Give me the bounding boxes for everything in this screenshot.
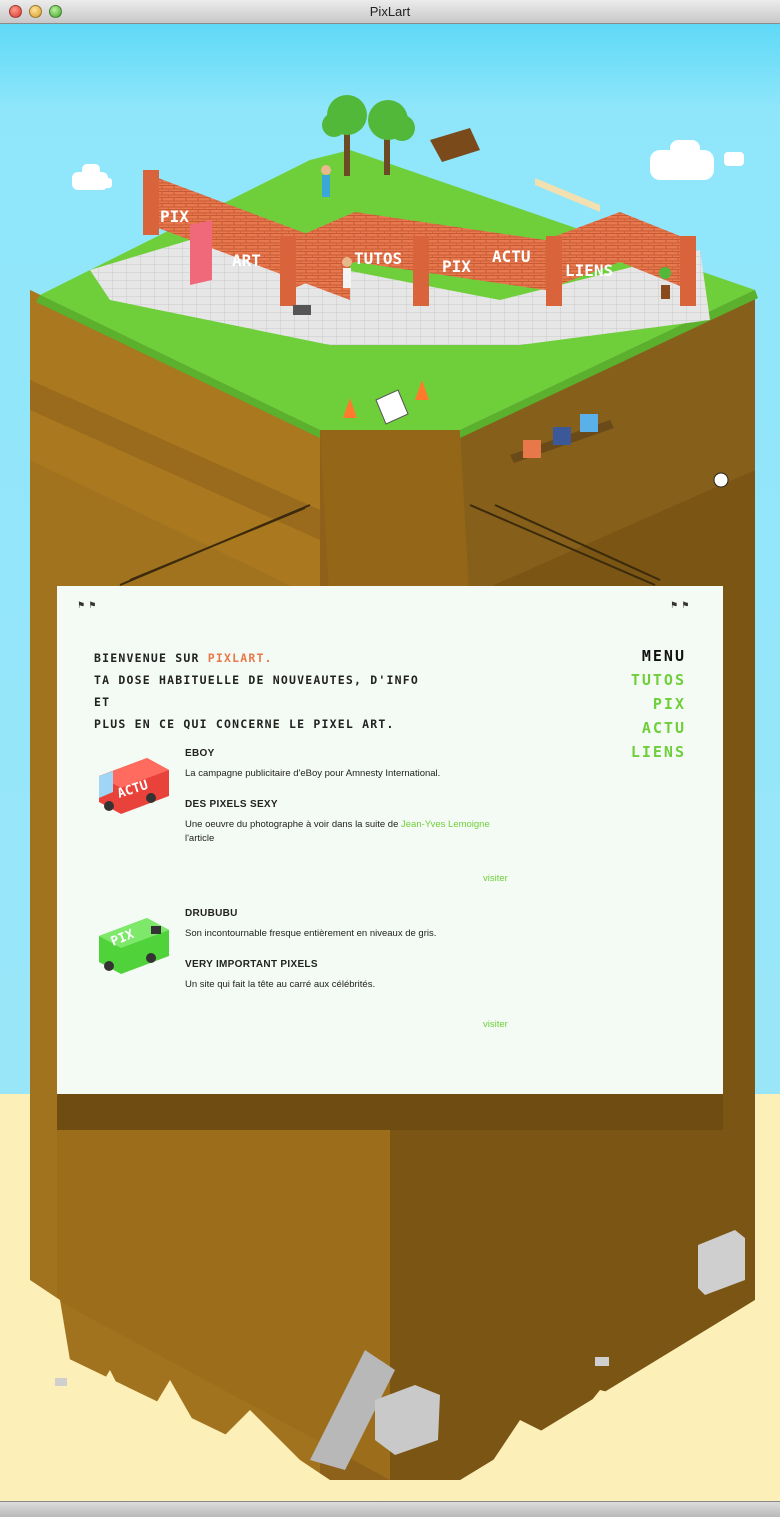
wall-sign-liens: LIENS	[565, 261, 613, 280]
menu-item-liens[interactable]: LIENS	[631, 740, 686, 764]
wall-sign-art: ART	[232, 251, 261, 270]
visit-link[interactable]: visiter	[483, 873, 508, 884]
menu-item-pix[interactable]: PIX	[631, 692, 686, 716]
corner-flag-icon: ⚑ ⚑	[670, 601, 690, 611]
news-list: EBOY La campagne publicitaire d'eBoy pou…	[185, 748, 515, 864]
news-text-part: Une oeuvre du photographe à voir dans la…	[185, 819, 402, 830]
wall-sign-pix-2: PIX	[442, 257, 471, 276]
menu-item-tutos[interactable]: TUTOS	[631, 668, 686, 692]
news-text: La campagne publicitaire d'eBoy pour Amn…	[185, 768, 441, 779]
news-title[interactable]: DRUBUBU	[185, 908, 515, 919]
intro-text: Bienvenue sur PixLart. Ta dose habituell…	[94, 647, 424, 735]
intro-prefix: Bienvenue sur	[94, 651, 208, 665]
corner-flag-icon: ⚑ ⚑	[77, 601, 97, 611]
actu-truck-icon[interactable]: ACTU	[95, 748, 173, 818]
menu-title: MENU	[641, 647, 686, 665]
news-title[interactable]: EBOY	[185, 748, 515, 759]
news-title[interactable]: DES PIXELS SEXY	[185, 799, 515, 810]
news-title[interactable]: VERY IMPORTANT PIXELS	[185, 959, 515, 970]
author-link[interactable]: Jean-Yves Lemoigne	[401, 819, 490, 830]
news-text-part: l'article	[185, 833, 215, 844]
visit-link[interactable]: visiter	[483, 1019, 508, 1030]
menu-item-actu[interactable]: ACTU	[631, 716, 686, 740]
pix-truck-icon[interactable]: PIX	[95, 908, 173, 978]
intro-brand: PixLart.	[207, 651, 273, 665]
news-text: Une oeuvre du photographe à voir dans la…	[185, 818, 515, 846]
news-text: Son incontournable fresque entièrement e…	[185, 928, 437, 939]
window-title: PixLart	[369, 4, 411, 19]
news-text: Un site qui fait la tête au carré aux cé…	[185, 979, 376, 990]
wall-sign-tutos: TUTOS	[354, 249, 402, 268]
intro-line-3: plus en ce qui concerne le pixel art.	[94, 717, 395, 731]
main-menu: MENU TUTOS PIX ACTU LIENS	[631, 644, 686, 764]
intro-line-2: Ta dose habituelle de nouveautes, d'info…	[94, 673, 419, 709]
news-list: DRUBUBU Son incontournable fresque entiè…	[185, 908, 515, 1010]
wall-sign-actu: ACTU	[492, 247, 531, 266]
window-statusbar	[0, 1501, 780, 1517]
window-titlebar: PixLart	[0, 0, 780, 24]
wall-sign-pix: PIX	[160, 207, 189, 226]
